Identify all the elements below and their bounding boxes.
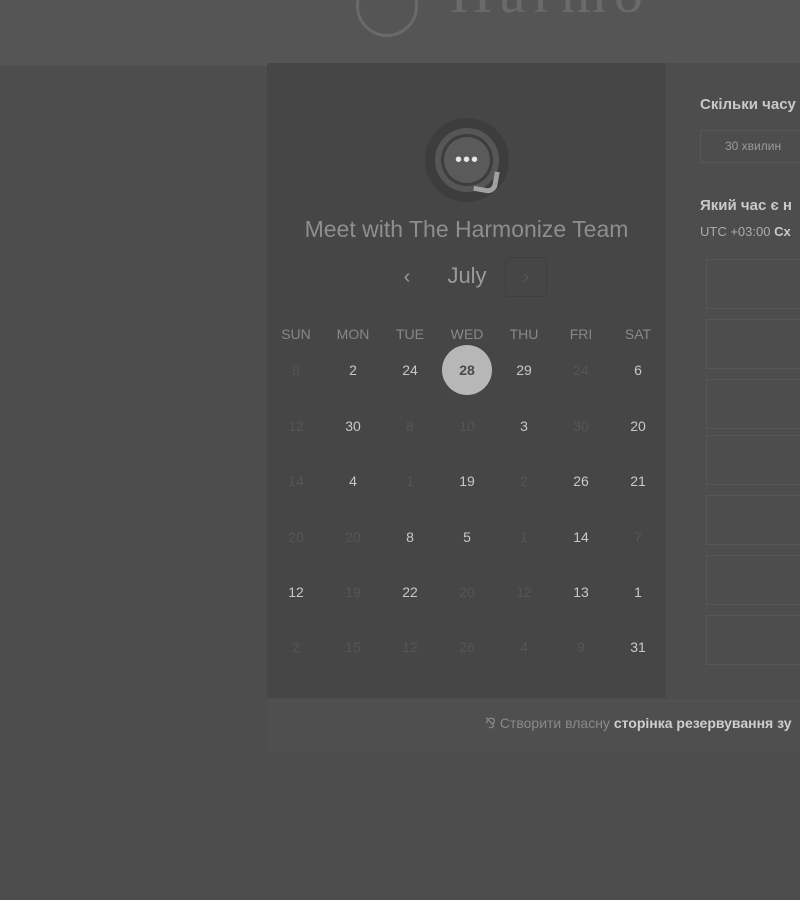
time-slot[interactable] <box>706 555 800 605</box>
avatar: ••• <box>425 118 509 202</box>
harmonize-sprout-icon: ⅋ <box>485 715 496 731</box>
calendar-day: 20 <box>459 584 475 600</box>
calendar-day[interactable]: 31 <box>613 622 663 672</box>
logo-mark-icon <box>350 0 430 37</box>
calendar-day[interactable]: 4 <box>328 456 378 506</box>
calendar-day[interactable]: 14 <box>556 512 606 562</box>
timezone-selector[interactable]: UTC +03:00 Сх <box>700 224 791 239</box>
calendar-day[interactable]: 12 <box>271 567 321 617</box>
calendar-day[interactable]: 26 <box>556 456 606 506</box>
calendar-day[interactable]: 21 <box>613 456 663 506</box>
weekday-label: SUN <box>281 326 311 342</box>
time-slot[interactable] <box>706 319 800 369</box>
calendar-day: 9 <box>577 639 585 655</box>
calendar-day[interactable]: 5 <box>442 512 492 562</box>
meeting-title: Meet with The Harmonize Team <box>304 216 629 242</box>
calendar-day: 30 <box>573 418 589 434</box>
month-label: July <box>447 263 487 288</box>
calendar-day[interactable]: 2 <box>328 345 378 395</box>
calendar-day: 20 <box>345 529 361 545</box>
calendar-day: 10 <box>459 418 475 434</box>
create-booking-page-link[interactable]: ⅋ Створити власну сторінка резервування … <box>485 715 792 732</box>
time-slot[interactable] <box>706 495 800 545</box>
duration-question: Скільки часу <box>700 96 796 113</box>
time-slot[interactable] <box>706 435 800 485</box>
time-slot[interactable] <box>706 379 800 429</box>
previous-month-button[interactable]: ‹ <box>394 264 420 290</box>
calendar-day: 8 <box>292 362 300 378</box>
calendar-day: 2 <box>292 639 300 655</box>
calendar-day[interactable]: 29 <box>499 345 549 395</box>
time-question: Який час є н <box>700 197 792 214</box>
logo-text: Harmo <box>450 0 651 26</box>
calendar-day: 26 <box>459 639 475 655</box>
calendar-day: 19 <box>345 584 361 600</box>
calendar-day[interactable]: 19 <box>442 456 492 506</box>
calendar-day[interactable]: 13 <box>556 567 606 617</box>
weekday-label: SAT <box>624 326 652 342</box>
top-header: Harmo <box>0 0 800 66</box>
calendar-day: 15 <box>345 639 361 655</box>
duration-select[interactable]: 30 хвилин <box>700 130 800 163</box>
weekday-label: THU <box>509 326 539 342</box>
weekday-label: TUE <box>396 326 424 342</box>
chat-tail-icon <box>473 168 500 195</box>
weekday-label: MON <box>336 326 370 342</box>
time-slot[interactable] <box>706 259 800 309</box>
month-navigation: ‹ July › <box>267 256 666 300</box>
calendar-day[interactable]: 30 <box>328 401 378 451</box>
calendar-day: 20 <box>288 529 304 545</box>
selected-day[interactable]: 28 <box>442 345 492 395</box>
calendar-day: 24 <box>573 362 589 378</box>
calendar-day: 12 <box>402 639 418 655</box>
calendar-day[interactable]: 20 <box>613 401 663 451</box>
options-panel: Скільки часу 30 хвилин Який час є н UTC … <box>666 63 800 698</box>
calendar-day: 14 <box>288 473 304 489</box>
calendar-day[interactable]: 8 <box>385 512 435 562</box>
calendar-day[interactable]: 1 <box>613 567 663 617</box>
weekday-label: WED <box>450 326 484 342</box>
calendar-day: 4 <box>520 639 528 655</box>
weekday-label: FRI <box>569 326 593 342</box>
calendar-day[interactable]: 22 <box>385 567 435 617</box>
footer-text: Створити власну <box>499 715 610 731</box>
timezone-name: Сх <box>774 224 791 239</box>
time-slot[interactable] <box>706 615 800 665</box>
calendar-panel: ••• Meet with The Harmonize Team ‹ July … <box>267 63 666 698</box>
calendar-day: 8 <box>406 418 414 434</box>
next-month-button[interactable]: › <box>505 257 547 297</box>
calendar-day: 2 <box>520 473 528 489</box>
logo[interactable]: Harmo <box>350 0 651 37</box>
booking-widget: ••• Meet with The Harmonize Team ‹ July … <box>267 63 800 698</box>
calendar-day: 12 <box>288 418 304 434</box>
calendar-day[interactable]: 6 <box>613 345 663 395</box>
footer-bar: ⅋ Створити власну сторінка резервування … <box>267 700 800 751</box>
footer-bold-text: сторінка резервування зу <box>613 715 792 731</box>
calendar-day: 1 <box>520 529 528 545</box>
calendar-day: 1 <box>406 473 414 489</box>
calendar-day: 7 <box>634 529 642 545</box>
calendar-day[interactable]: 3 <box>499 401 549 451</box>
calendar-day: 12 <box>516 584 532 600</box>
calendar-day[interactable]: 24 <box>385 345 435 395</box>
timezone-offset: UTC +03:00 <box>700 224 771 239</box>
